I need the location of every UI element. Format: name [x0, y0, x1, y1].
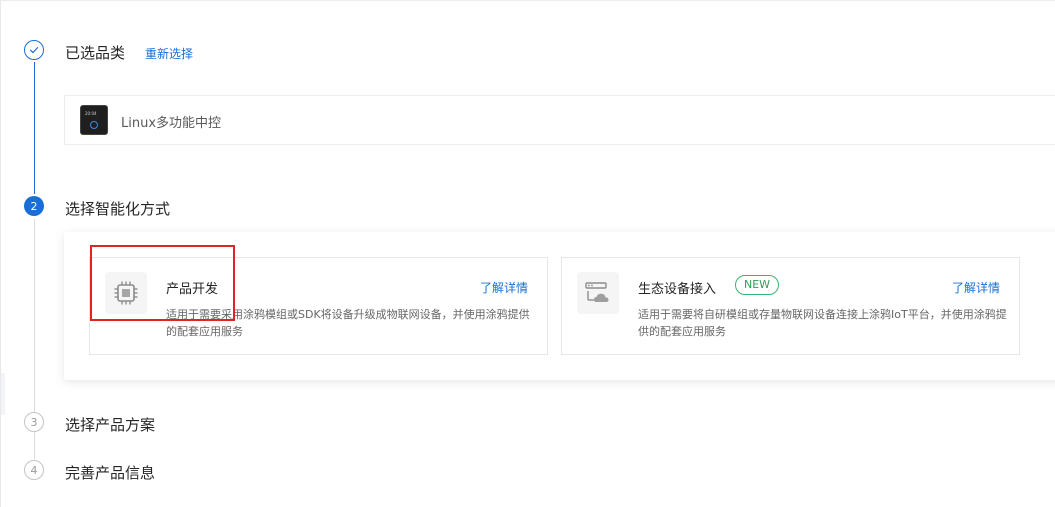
- step-connector-completed: [34, 62, 35, 194]
- learn-more-link[interactable]: 了解详情: [952, 279, 1000, 296]
- option-description: 适用于需要采用涂鸦模组或SDK将设备升级成物联网设备，并使用涂鸦提供的配套应用服…: [166, 308, 530, 338]
- reselect-category-link[interactable]: 重新选择: [145, 45, 193, 62]
- device-thumbnail: 20:04: [80, 105, 108, 135]
- intelligence-method-panel: 产品开发 了解详情 适用于需要采用涂鸦模组或SDK将设备升级成物联网设备，并使用…: [64, 232, 1055, 380]
- step-3-number: 3: [24, 412, 44, 432]
- step-4-title: 完善产品信息: [65, 464, 156, 482]
- selected-category-card: 20:04 Linux多功能中控: [64, 95, 1055, 145]
- option-card-product-development[interactable]: 产品开发 了解详情 适用于需要采用涂鸦模组或SDK将设备升级成物联网设备，并使用…: [89, 257, 548, 355]
- step-4-number: 4: [24, 460, 44, 480]
- selected-category-name: Linux多功能中控: [121, 116, 222, 131]
- step-1-title: 已选品类: [65, 44, 126, 62]
- step-2-title: 选择智能化方式: [65, 200, 171, 218]
- step-2-number: 2: [24, 196, 44, 216]
- step-1-check-icon: [24, 40, 44, 60]
- option-title: 生态设备接入: [638, 282, 717, 297]
- option-description: 适用于需要将自研模组或存量物联网设备连接上涂鸦IoT平台，并使用涂鸦提供的配套应…: [638, 308, 1007, 338]
- left-edge-accent: [1, 373, 5, 415]
- step-3-title: 选择产品方案: [65, 416, 156, 434]
- learn-more-link[interactable]: 了解详情: [480, 279, 528, 296]
- device-thumbnail-time: 20:04: [85, 111, 97, 116]
- chip-icon: [105, 272, 147, 314]
- create-product-page: 已选品类 重新选择 20:04 Linux多功能中控 2 选择智能化方式 产品开…: [0, 0, 1055, 507]
- option-card-ecosystem-access[interactable]: 生态设备接入 NEW 了解详情 适用于需要将自研模组或存量物联网设备连接上涂鸦I…: [561, 257, 1020, 355]
- new-badge: NEW: [735, 275, 780, 295]
- option-title: 产品开发: [166, 282, 219, 297]
- device-thumbnail-dot: [90, 121, 98, 129]
- cloud-device-icon: [577, 272, 619, 314]
